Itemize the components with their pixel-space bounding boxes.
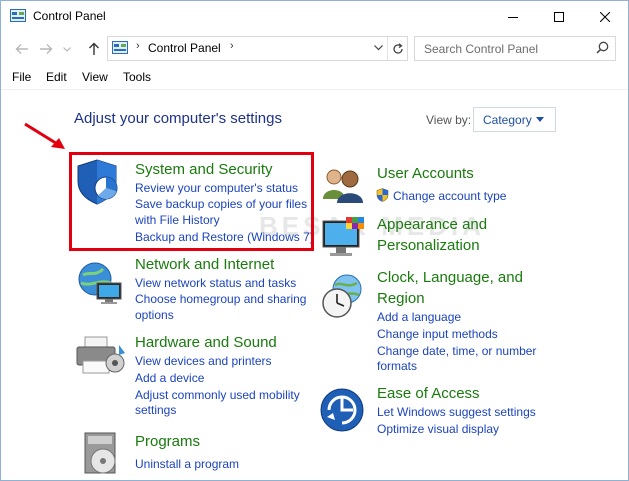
link-change-input-methods[interactable]: Change input methods	[377, 326, 498, 342]
menu-edit[interactable]: Edit	[46, 70, 67, 84]
maximize-icon	[554, 11, 564, 22]
minimize-button[interactable]	[490, 1, 536, 32]
appearance-monitor-icon[interactable]	[320, 215, 368, 261]
view-by-value: Category	[483, 113, 532, 127]
menu-bar: File Edit View Tools	[1, 65, 628, 90]
category-ease-of-access[interactable]: Ease of Access	[377, 383, 480, 404]
menu-view[interactable]: View	[82, 70, 108, 84]
up-arrow-icon	[89, 42, 99, 55]
category-user-accounts[interactable]: User Accounts	[377, 163, 474, 184]
link-adjust-mobility-settings-cont[interactable]: settings	[135, 402, 176, 418]
search-input[interactable]: Search Control Panel	[414, 36, 616, 61]
link-change-date-time-number[interactable]: Change date, time, or number	[377, 343, 536, 359]
refresh-button[interactable]	[387, 37, 408, 60]
link-view-network-status[interactable]: View network status and tasks	[135, 275, 296, 291]
programs-disc-icon[interactable]	[81, 431, 127, 477]
window-title: Control Panel	[33, 9, 106, 23]
minimize-icon	[508, 16, 518, 18]
category-programs[interactable]: Programs	[135, 431, 200, 452]
search-icon[interactable]	[596, 41, 609, 54]
clock-globe-icon[interactable]	[319, 271, 367, 321]
category-clock-language-region-cont[interactable]: Region	[377, 288, 425, 309]
view-by-select[interactable]: Category	[473, 107, 556, 132]
link-uninstall-program[interactable]: Uninstall a program	[135, 456, 239, 472]
category-network-and-internet[interactable]: Network and Internet	[135, 254, 274, 275]
close-button[interactable]	[582, 1, 628, 32]
link-adjust-mobility-settings[interactable]: Adjust commonly used mobility	[135, 387, 300, 403]
search-placeholder: Search Control Panel	[424, 42, 539, 56]
chevron-down-icon	[373, 45, 383, 51]
chevron-right-icon[interactable]: ›	[230, 40, 234, 52]
recent-locations-button[interactable]	[61, 39, 73, 59]
menu-file[interactable]: File	[12, 70, 31, 84]
chevron-right-icon[interactable]: ›	[136, 40, 140, 52]
ease-of-access-icon[interactable]	[319, 387, 365, 433]
title-bar: Control Panel	[1, 1, 628, 32]
forward-button[interactable]	[36, 39, 56, 59]
control-panel-icon	[112, 41, 128, 54]
link-change-account-type[interactable]: Change account type	[393, 188, 506, 204]
forward-arrow-icon	[40, 44, 53, 54]
page-title: Adjust your computer's settings	[74, 110, 282, 127]
link-let-windows-suggest[interactable]: Let Windows suggest settings	[377, 404, 536, 420]
view-by-label: View by:	[426, 113, 472, 127]
user-accounts-icon[interactable]	[320, 165, 366, 205]
category-appearance-and-personalization-cont[interactable]: Personalization	[377, 235, 480, 256]
navigation-bar: › Control Panel › Search Control Panel	[1, 32, 628, 65]
link-add-device[interactable]: Add a device	[135, 370, 204, 386]
control-panel-icon	[10, 9, 26, 22]
back-button[interactable]	[12, 39, 32, 59]
refresh-icon	[393, 42, 403, 54]
category-clock-language-region[interactable]: Clock, Language, and	[377, 267, 523, 288]
link-choose-homegroup[interactable]: Choose homegroup and sharing	[135, 291, 306, 307]
chevron-down-icon	[63, 46, 71, 52]
link-optimize-visual-display[interactable]: Optimize visual display	[377, 421, 499, 437]
back-arrow-icon	[15, 44, 28, 54]
category-hardware-and-sound[interactable]: Hardware and Sound	[135, 332, 277, 353]
maximize-button[interactable]	[536, 1, 582, 32]
control-panel-window: Control Panel › Control Panel › Search C…	[0, 0, 629, 481]
chevron-down-icon	[536, 117, 544, 122]
link-view-devices-printers[interactable]: View devices and printers	[135, 353, 272, 369]
up-button[interactable]	[84, 39, 104, 59]
breadcrumb-control-panel[interactable]: Control Panel	[148, 41, 221, 55]
close-icon	[600, 11, 610, 22]
uac-shield-icon	[376, 188, 389, 202]
category-appearance-and-personalization[interactable]: Appearance and	[377, 214, 487, 235]
menu-tools[interactable]: Tools	[123, 70, 151, 84]
highlight-box	[69, 152, 314, 251]
network-globe-icon[interactable]	[75, 257, 127, 309]
link-choose-homegroup-cont[interactable]: options	[135, 307, 174, 323]
link-change-date-time-number-cont[interactable]: formats	[377, 358, 417, 374]
annotation-arrow-icon	[24, 122, 65, 149]
link-add-language[interactable]: Add a language	[377, 309, 461, 325]
address-dropdown-button[interactable]	[370, 39, 386, 57]
printer-icon[interactable]	[75, 333, 127, 379]
address-bar[interactable]: › Control Panel ›	[107, 36, 408, 61]
